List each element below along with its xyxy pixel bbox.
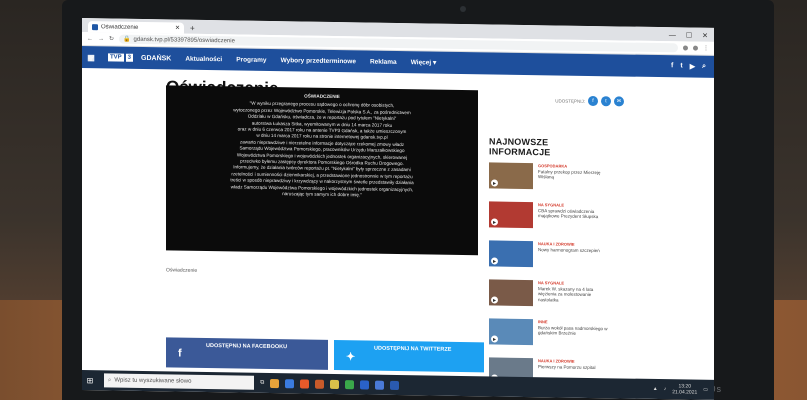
windows-start-icon[interactable]: ⊞ bbox=[82, 376, 98, 385]
taskbar-search[interactable]: ⌕ Wpisz tu wyszukiwane słowo bbox=[104, 373, 254, 390]
news-title: CBA sprawdzi oświadczenia majątkowe Prez… bbox=[538, 208, 599, 220]
window-close-icon[interactable]: ✕ bbox=[702, 31, 708, 42]
news-title: Burza wokół pasa nadmorskiego w gdańskim… bbox=[538, 325, 608, 337]
menu-icon[interactable]: ⋮ bbox=[703, 45, 709, 52]
system-tray: ▲ ♪ 13:20 21.04.2021 ▭ bbox=[653, 383, 714, 396]
network-icon[interactable]: ▲ bbox=[653, 386, 658, 392]
tab-title: Oświadczenie bbox=[101, 23, 139, 31]
news-text: NAUKA I ZDROWIE Nowy harmonogram szczepie… bbox=[538, 241, 600, 276]
news-title: Pierwszy na Pomorzu szpital bbox=[538, 364, 596, 371]
news-title: Fatalny przekop przez Mierzeję Wiślaną bbox=[538, 169, 601, 180]
taskbar-app-icon[interactable] bbox=[300, 378, 310, 389]
twitter-bird-icon: ✦ bbox=[346, 351, 356, 364]
profile-avatar[interactable] bbox=[693, 45, 698, 51]
image-caption: Oświadczenie bbox=[166, 267, 198, 274]
news-title: Nowy harmonogram szczepień bbox=[538, 247, 600, 254]
statement-image: OŚWIADCZENIE "W wyniku przegranego proce… bbox=[166, 85, 478, 256]
region-selector[interactable]: GDAŃSK bbox=[141, 54, 171, 61]
news-title: Marek W. skazany na 4 lata więzienia za … bbox=[538, 286, 594, 303]
taskbar-app-icon[interactable] bbox=[345, 379, 355, 389]
news-category: NAUKA I ZDROWIE bbox=[538, 358, 575, 364]
play-icon: ▶ bbox=[491, 179, 498, 187]
minimize-icon[interactable]: — bbox=[669, 30, 676, 41]
maximize-icon[interactable]: ☐ bbox=[686, 30, 692, 41]
share-label: UDOSTĘPNIJ: bbox=[555, 97, 585, 104]
lock-icon: 🔒 bbox=[123, 36, 131, 43]
back-icon[interactable]: ← bbox=[87, 36, 93, 42]
news-list: ▶ GOSPODARKA Fatalny przekop przez Mierzej… bbox=[489, 162, 609, 393]
taskbar-apps bbox=[270, 378, 400, 390]
facebook-icon[interactable]: f bbox=[671, 62, 673, 70]
notifications-icon[interactable]: ▭ bbox=[703, 387, 708, 393]
share-bar: UDOSTĘPNIJ: f t ✉ bbox=[555, 95, 624, 107]
taskbar-app-icon[interactable] bbox=[360, 379, 370, 390]
social-links: f t ▶ ⌕ bbox=[671, 62, 714, 71]
news-text: NA SYGNALE CBA sprawdzi oświadczenia mają… bbox=[538, 202, 609, 237]
search-icon: ⌕ bbox=[108, 376, 112, 383]
news-text: NA SYGNALE Marek W. skazany na 4 lata wię… bbox=[538, 280, 609, 315]
taskbar-app-icon[interactable] bbox=[375, 380, 385, 390]
play-icon: ▶ bbox=[491, 296, 498, 304]
webcam bbox=[460, 6, 466, 12]
news-item[interactable]: ▶ NAUKA I ZDROWIE Nowy harmonogram szczepi… bbox=[489, 240, 609, 276]
news-item[interactable]: ▶ NA SYGNALE CBA sprawdzi oświadczenia maj… bbox=[489, 201, 609, 237]
window-controls: — ☐ ✕ bbox=[669, 30, 714, 42]
browser-tab[interactable]: Oświadczenie ✕ bbox=[88, 21, 184, 34]
nav-item-wybory[interactable]: Wybory przedterminowe bbox=[281, 57, 356, 65]
nav-item-programy[interactable]: Programy bbox=[236, 56, 266, 63]
news-thumbnail: ▶ bbox=[489, 318, 533, 346]
url-text: gdansk.tvp.pl/53397895/oswiadczenie bbox=[133, 36, 235, 44]
latest-news-sidebar: NAJNOWSZE INFORMACJE ▶ GOSPODARKA Fatalny … bbox=[489, 136, 609, 398]
play-icon: ▶ bbox=[491, 335, 498, 343]
news-thumbnail: ▶ bbox=[489, 201, 533, 229]
share-facebook-icon[interactable]: f bbox=[588, 95, 598, 107]
tab-close-icon[interactable]: ✕ bbox=[175, 24, 180, 31]
news-item[interactable]: ▶ INNE Burza wokół pasa nadmorskiego w gda… bbox=[489, 318, 609, 354]
nav-item-wiecej[interactable]: Więcej ▾ bbox=[411, 58, 437, 66]
volume-icon[interactable]: ♪ bbox=[664, 386, 667, 392]
news-item[interactable]: ▶ GOSPODARKA Fatalny przekop przez Mierzej… bbox=[489, 162, 609, 198]
taskbar-app-icon[interactable] bbox=[390, 380, 400, 390]
play-icon: ▶ bbox=[491, 257, 498, 265]
share-twitter-icon[interactable]: t bbox=[601, 96, 611, 107]
extension-icon[interactable] bbox=[683, 45, 688, 51]
taskbar-app-icon[interactable] bbox=[330, 379, 340, 389]
news-category: NAUKA I ZDROWIE bbox=[538, 241, 575, 247]
sidebar-heading: NAJNOWSZE INFORMACJE bbox=[489, 136, 551, 158]
news-text: INNE Burza wokół pasa nadmorskiego w gdań… bbox=[538, 319, 609, 354]
reload-icon[interactable]: ↻ bbox=[109, 35, 114, 42]
news-text: GOSPODARKA Fatalny przekop przez Mierzeję… bbox=[538, 163, 609, 198]
play-icon: ▶ bbox=[491, 218, 498, 226]
share-facebook-button[interactable]: f UDOSTĘPNIJ NA FACEBOOKU bbox=[166, 337, 328, 370]
chevron-down-icon: ▾ bbox=[433, 59, 437, 67]
twitter-icon[interactable]: t bbox=[680, 62, 682, 70]
news-thumbnail: ▶ bbox=[489, 279, 533, 307]
forward-icon[interactable]: → bbox=[98, 36, 104, 42]
taskbar-app-icon[interactable] bbox=[315, 379, 325, 389]
taskbar-app-icon[interactable] bbox=[270, 378, 280, 388]
facebook-icon: f bbox=[178, 347, 182, 360]
task-view-icon[interactable]: ⧉ bbox=[260, 379, 264, 386]
nav-item-reklama[interactable]: Reklama bbox=[370, 58, 397, 65]
share-twitter-button[interactable]: ✦ UDOSTĘPNIJ NA TWITTERZE bbox=[334, 339, 484, 373]
taskbar-app-icon[interactable] bbox=[285, 378, 295, 388]
tab-favicon-icon bbox=[92, 23, 98, 30]
news-item[interactable]: ▶ NA SYGNALE Marek W. skazany na 4 lata wi… bbox=[489, 279, 609, 315]
taskbar-clock[interactable]: 13:20 21.04.2021 bbox=[672, 383, 697, 395]
share-email-icon[interactable]: ✉ bbox=[614, 96, 624, 107]
news-thumbnail: ▶ bbox=[489, 240, 533, 268]
news-thumbnail: ▶ bbox=[489, 162, 533, 190]
tvp-logo[interactable]: TVP 3 bbox=[108, 53, 134, 62]
nav-item-aktualnosci[interactable]: Aktualności bbox=[185, 55, 222, 63]
youtube-icon[interactable]: ▶ bbox=[690, 63, 695, 71]
apps-grid-icon[interactable]: ▦ bbox=[82, 53, 100, 62]
search-icon[interactable]: ⌕ bbox=[702, 63, 706, 71]
laptop-screen: Oświadczenie ✕ + — ☐ ✕ ← → ↻ 🔒 gdansk.tv… bbox=[82, 18, 714, 400]
new-tab-button[interactable]: + bbox=[190, 23, 195, 34]
